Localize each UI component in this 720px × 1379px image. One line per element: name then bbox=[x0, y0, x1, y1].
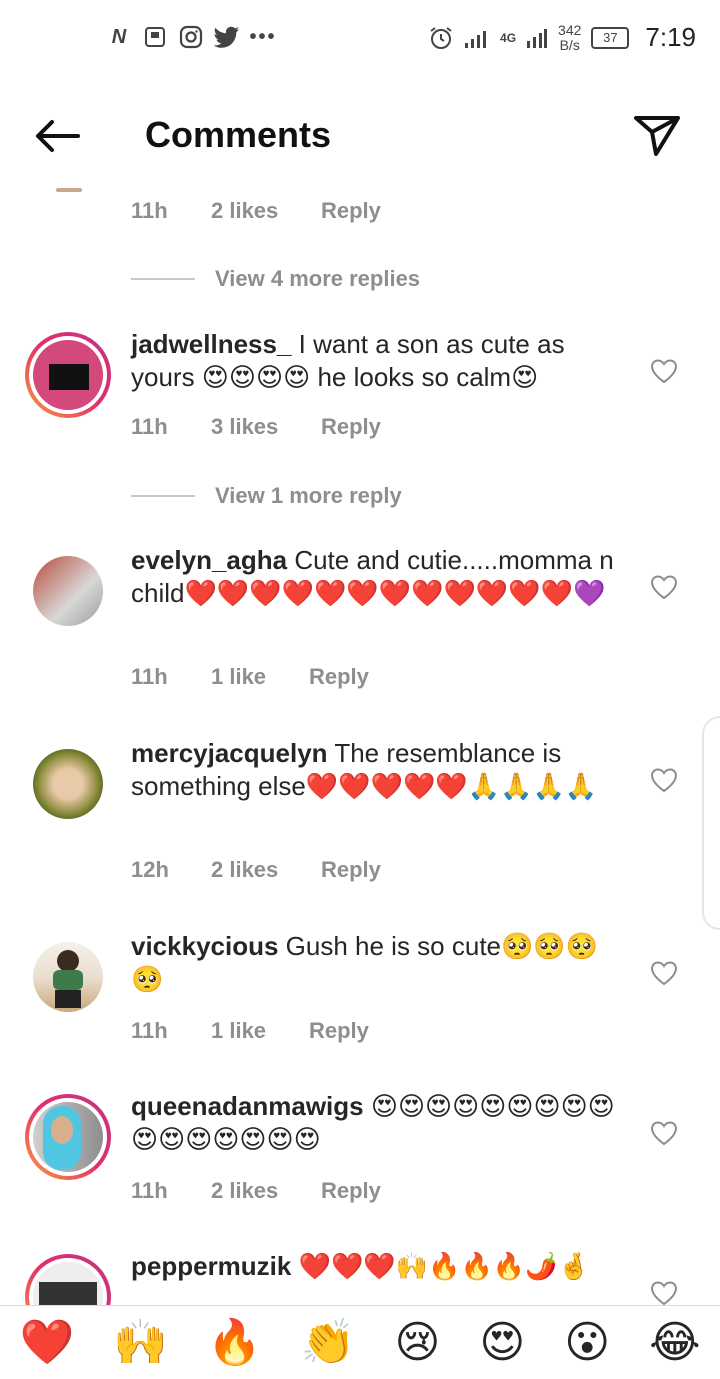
likes-count[interactable]: 2 likes bbox=[211, 857, 321, 883]
divider bbox=[131, 278, 195, 280]
quick-emoji-bar: ❤️ 🙌 🔥 👏 😢 😍 😮 😂 bbox=[0, 1305, 720, 1379]
comment-username[interactable]: peppermuzik bbox=[131, 1251, 291, 1281]
comment-text: evelyn_agha Cute and cutie.....momma n c… bbox=[131, 545, 614, 608]
avatar[interactable] bbox=[25, 1094, 111, 1180]
emoji-fire[interactable]: 🔥 bbox=[207, 1317, 262, 1368]
comments-list[interactable]: 11h 2 likes Reply View 4 more replies ja… bbox=[0, 180, 720, 1305]
back-arrow-icon bbox=[36, 120, 80, 152]
avatar[interactable] bbox=[25, 1254, 111, 1305]
likes-count[interactable]: 1 like bbox=[211, 664, 309, 690]
more-dots-icon: ••• bbox=[249, 25, 277, 48]
netflix-icon: N bbox=[111, 25, 127, 48]
page-title: Comments bbox=[145, 114, 332, 155]
notification-icons: N ••• bbox=[106, 24, 276, 50]
send-icon bbox=[634, 116, 680, 156]
reply-button[interactable]: Reply bbox=[321, 414, 381, 440]
comment-username[interactable]: queenadanmawigs bbox=[131, 1091, 364, 1121]
comment-meta: 11h 1 like Reply bbox=[131, 1018, 369, 1044]
emoji-clap[interactable]: 👏 bbox=[301, 1317, 356, 1368]
comment-meta: 11h 3 likes Reply bbox=[131, 414, 381, 440]
signal-2-icon bbox=[527, 28, 548, 48]
likes-count[interactable]: 2 likes bbox=[211, 1178, 321, 1204]
view-more-replies[interactable]: View 1 more reply bbox=[131, 483, 402, 509]
comment-meta: 11h 1 like Reply bbox=[131, 664, 369, 690]
avatar bbox=[56, 188, 82, 192]
signal-icon bbox=[465, 30, 487, 48]
reply-button[interactable]: Reply bbox=[309, 1018, 369, 1044]
emoji-raising-hands[interactable]: 🙌 bbox=[113, 1317, 168, 1368]
network-type: 4G bbox=[500, 30, 517, 45]
comment-meta: 12h 2 likes Reply bbox=[131, 857, 381, 883]
like-heart-icon[interactable] bbox=[650, 960, 678, 986]
emoji-heart-eyes[interactable]: 😍 bbox=[479, 1317, 525, 1368]
like-heart-icon[interactable] bbox=[650, 767, 678, 793]
divider bbox=[131, 495, 195, 497]
view-more-replies[interactable]: View 4 more replies bbox=[131, 266, 420, 292]
emoji-laughing[interactable]: 😂 bbox=[649, 1317, 700, 1368]
twitter-icon bbox=[214, 24, 240, 50]
clock: 7:19 bbox=[645, 22, 696, 52]
comment-text: queenadanmawigs 😍😍😍😍😍😍😍😍😍😍😍😍😍😍😍😍 bbox=[131, 1091, 615, 1154]
comment-text: mercyjacquelyn The resemblance is someth… bbox=[131, 738, 598, 801]
status-bar: N ••• 4G 342 B/s 37 7:19 bbox=[0, 0, 720, 80]
reply-button[interactable]: Reply bbox=[309, 664, 369, 690]
gallery-icon bbox=[142, 24, 168, 50]
likes-count[interactable]: 3 likes bbox=[211, 414, 321, 440]
comment-text: peppermuzik ❤️❤️❤️🙌🔥🔥🔥🌶️🤞 bbox=[131, 1251, 590, 1281]
alarm-icon bbox=[430, 26, 452, 49]
comment-text: jadwellness_ I want a son as cute as you… bbox=[131, 329, 565, 392]
net-speed: 342 B/s bbox=[558, 21, 582, 53]
likes-count[interactable]: 2 likes bbox=[211, 198, 321, 224]
avatar[interactable] bbox=[33, 942, 103, 1012]
reply-button[interactable]: Reply bbox=[321, 1178, 381, 1204]
share-button[interactable] bbox=[632, 110, 682, 160]
comment-meta: 11h 2 likes Reply bbox=[131, 198, 381, 224]
back-button[interactable] bbox=[28, 114, 84, 158]
comment-username[interactable]: evelyn_agha bbox=[131, 545, 287, 575]
comment-meta: 11h 2 likes Reply bbox=[131, 1178, 381, 1204]
comment-username[interactable]: vickkycious bbox=[131, 931, 278, 961]
likes-count[interactable]: 1 like bbox=[211, 1018, 309, 1044]
like-heart-icon[interactable] bbox=[650, 574, 678, 600]
instagram-icon bbox=[178, 24, 204, 50]
like-heart-icon[interactable] bbox=[650, 358, 678, 384]
reply-button[interactable]: Reply bbox=[321, 198, 381, 224]
reply-button[interactable]: Reply bbox=[321, 857, 381, 883]
avatar[interactable] bbox=[33, 556, 103, 626]
comment-username[interactable]: jadwellness_ bbox=[131, 329, 291, 359]
comment-text: vickkycious Gush he is so cute🥺🥺🥺🥺 bbox=[131, 931, 599, 994]
avatar[interactable] bbox=[25, 332, 111, 418]
like-heart-icon[interactable] bbox=[650, 1120, 678, 1146]
emoji-surprised[interactable]: 😮 bbox=[564, 1317, 610, 1368]
avatar[interactable] bbox=[33, 749, 103, 819]
comments-header: Comments bbox=[0, 96, 720, 180]
system-indicators: 4G 342 B/s 37 7:19 bbox=[428, 22, 696, 53]
battery-indicator: 37 bbox=[591, 26, 630, 49]
comment-username[interactable]: mercyjacquelyn bbox=[131, 738, 328, 768]
emoji-crying[interactable]: 😢 bbox=[395, 1317, 441, 1368]
like-heart-icon[interactable] bbox=[650, 1280, 678, 1305]
emoji-heart[interactable]: ❤️ bbox=[19, 1317, 74, 1368]
side-drawer-handle[interactable] bbox=[702, 716, 720, 930]
